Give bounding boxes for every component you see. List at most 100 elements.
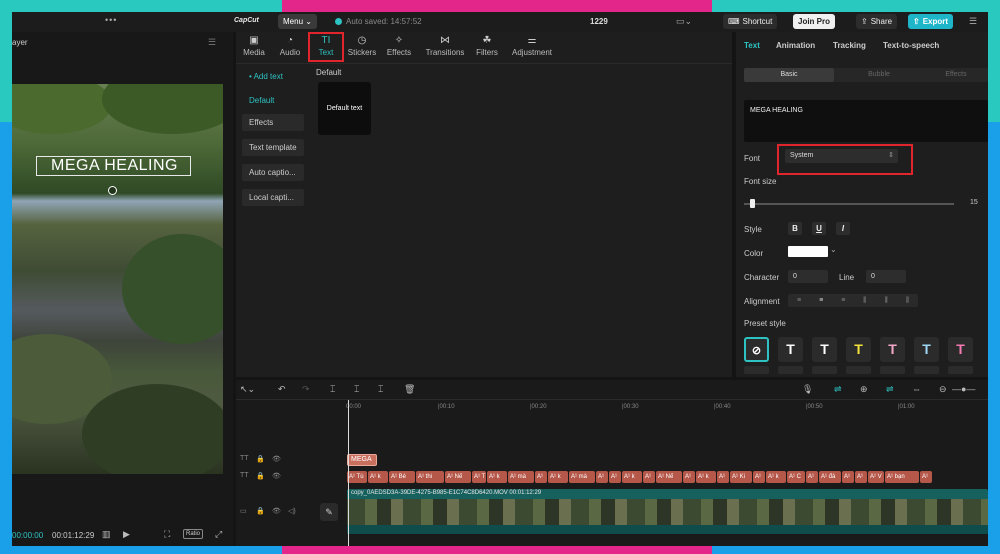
- zoom-slider[interactable]: —●—: [952, 384, 975, 394]
- preset-style[interactable]: [812, 366, 837, 374]
- ratio-button[interactable]: Ratio: [183, 529, 204, 539]
- preset-style[interactable]: [914, 366, 939, 374]
- subtitle-clip[interactable]: A¹: [643, 471, 655, 483]
- tab-text-to-speech[interactable]: Text-to-speech: [883, 41, 939, 50]
- window-menu-icon[interactable]: ☰: [969, 16, 977, 27]
- layout-icon[interactable]: ▭⌄: [676, 16, 692, 27]
- text-overlay-box[interactable]: MEGA HEALING: [36, 156, 191, 176]
- preset-style[interactable]: [948, 366, 973, 374]
- subtitle-clip[interactable]: A¹ C: [787, 471, 805, 483]
- preset-style[interactable]: T: [778, 337, 803, 362]
- font-size-slider[interactable]: [744, 203, 954, 205]
- tab-effects[interactable]: ✧ Effects: [381, 34, 417, 62]
- tab-transitions[interactable]: ⋈ Transitions: [421, 34, 469, 62]
- preset-style[interactable]: [744, 366, 769, 374]
- split-right-icon[interactable]: ⌶: [378, 384, 383, 395]
- auto-captions-item[interactable]: Auto captio...: [242, 164, 304, 181]
- subtitle-clip[interactable]: A¹ Bé: [389, 471, 415, 483]
- preset-none-icon[interactable]: ⊘: [744, 337, 769, 362]
- subtitle-clip[interactable]: A¹: [806, 471, 818, 483]
- preset-style[interactable]: [846, 366, 871, 374]
- more-dots-icon[interactable]: •••: [105, 15, 117, 25]
- default-item[interactable]: Default: [242, 92, 304, 109]
- tab-animation[interactable]: Animation: [776, 41, 815, 50]
- fullscreen-crop-icon[interactable]: ⛶: [164, 529, 170, 540]
- mute-icon[interactable]: ◁): [288, 507, 296, 515]
- color-swatch[interactable]: [788, 246, 828, 257]
- main-track-magnet-icon[interactable]: ⇌: [834, 384, 842, 395]
- subtitle-clip[interactable]: A¹: [683, 471, 695, 483]
- export-button[interactable]: ⇧ Export: [908, 14, 954, 29]
- align-right-icon[interactable]: ≡: [841, 297, 845, 304]
- rotate-handle-icon[interactable]: [108, 186, 117, 195]
- video-clip[interactable]: copy_0AEDSD3A-39DE-4275-B985-E1C74C8D642…: [347, 489, 988, 534]
- subtitle-clip[interactable]: A¹ k: [368, 471, 388, 483]
- eye-icon[interactable]: 👁: [272, 507, 281, 515]
- redo-icon[interactable]: ↷: [302, 384, 310, 395]
- preset-style[interactable]: T: [846, 337, 871, 362]
- subtitle-clip[interactable]: A¹ k: [548, 471, 568, 483]
- subtitle-clip[interactable]: A¹ đà: [819, 471, 841, 483]
- chevron-down-icon[interactable]: ⌄: [830, 245, 837, 254]
- tab-text-props[interactable]: Text: [744, 41, 760, 50]
- preset-style[interactable]: [880, 366, 905, 374]
- subtitle-clip[interactable]: A¹ Tù: [347, 471, 367, 483]
- tab-stickers[interactable]: ◷ Stickers: [344, 34, 380, 62]
- line-spacing-input[interactable]: 0: [866, 270, 906, 283]
- microphone-icon[interactable]: 🎙: [802, 384, 813, 395]
- underline-button[interactable]: U: [812, 222, 826, 235]
- expand-icon[interactable]: ⤢: [215, 529, 222, 540]
- zoom-out-icon[interactable]: ⊖: [939, 384, 947, 395]
- tab-adjustment[interactable]: ⚌ Adjustment: [507, 34, 557, 62]
- shortcut-button[interactable]: ⌨ Shortcut: [723, 14, 778, 29]
- font-size-value[interactable]: 15: [970, 199, 978, 206]
- subtitle-clip[interactable]: A¹ Ki: [730, 471, 752, 483]
- subtitle-clip[interactable]: A¹: [535, 471, 547, 483]
- slider-handle[interactable]: [750, 199, 756, 208]
- default-text-card[interactable]: Default text: [318, 82, 371, 135]
- bold-button[interactable]: B: [788, 222, 802, 235]
- alignment-bar[interactable]: ≡ ≡ ≡ ⫼ ⫼ ⫼: [788, 294, 918, 307]
- lock-icon[interactable]: 🔒: [256, 472, 265, 480]
- undo-icon[interactable]: ↶: [278, 384, 286, 395]
- subtitle-clip[interactable]: A¹ k: [766, 471, 786, 483]
- subtitle-clip[interactable]: A¹ mà: [508, 471, 534, 483]
- lock-icon[interactable]: 🔒: [256, 455, 265, 463]
- subtitle-clip[interactable]: A¹ k: [622, 471, 642, 483]
- subtitle-clip[interactable]: A¹ mà: [569, 471, 595, 483]
- subtitle-clip[interactable]: A¹ V: [868, 471, 884, 483]
- subtitle-clip[interactable]: A¹ k: [696, 471, 716, 483]
- subtab-effects[interactable]: Effects: [924, 68, 988, 82]
- text-template-item[interactable]: Text template: [242, 139, 304, 156]
- subtitle-clip[interactable]: A¹: [842, 471, 854, 483]
- project-title[interactable]: 1229: [590, 17, 608, 26]
- align-left-icon[interactable]: ≡: [797, 297, 801, 304]
- menu-button[interactable]: Menu ⌄: [278, 14, 317, 29]
- subtitle-clip[interactable]: A¹ k: [487, 471, 507, 483]
- link-icon[interactable]: ⊕: [860, 384, 868, 395]
- eye-icon[interactable]: 👁: [272, 455, 281, 463]
- preset-style[interactable]: T: [880, 337, 905, 362]
- align-vertical-bottom-icon[interactable]: ⫼: [906, 297, 909, 305]
- subtitle-clip[interactable]: A¹ T: [472, 471, 486, 483]
- align-center-icon[interactable]: ≡: [819, 297, 823, 304]
- subtitle-clip[interactable]: A¹: [855, 471, 867, 483]
- split-left-icon[interactable]: ⌶: [354, 384, 359, 395]
- join-pro-button[interactable]: Join Pro: [793, 14, 836, 29]
- share-button[interactable]: ⇪ Share: [856, 14, 898, 29]
- preset-style[interactable]: T: [914, 337, 939, 362]
- subtitle-clip[interactable]: A¹ Nế: [656, 471, 682, 483]
- grid-icon[interactable]: ▥: [102, 529, 111, 540]
- subtitle-clip[interactable]: A¹: [596, 471, 608, 483]
- split-screen-icon[interactable]: ⇔: [912, 384, 921, 394]
- video-preview[interactable]: MEGA HEALING: [12, 84, 223, 474]
- italic-button[interactable]: I: [836, 222, 850, 235]
- text-content-input[interactable]: MEGA HEALING: [744, 100, 988, 142]
- subtitle-clip[interactable]: A¹ bạn: [885, 471, 919, 483]
- eye-icon[interactable]: 👁: [272, 472, 281, 480]
- player-menu-icon[interactable]: ☰: [208, 37, 216, 48]
- tab-tracking[interactable]: Tracking: [833, 41, 866, 50]
- align-vertical-icon[interactable]: ⫼: [863, 297, 866, 305]
- delete-icon[interactable]: 🗑: [404, 384, 415, 395]
- subtitle-clip[interactable]: A¹: [753, 471, 765, 483]
